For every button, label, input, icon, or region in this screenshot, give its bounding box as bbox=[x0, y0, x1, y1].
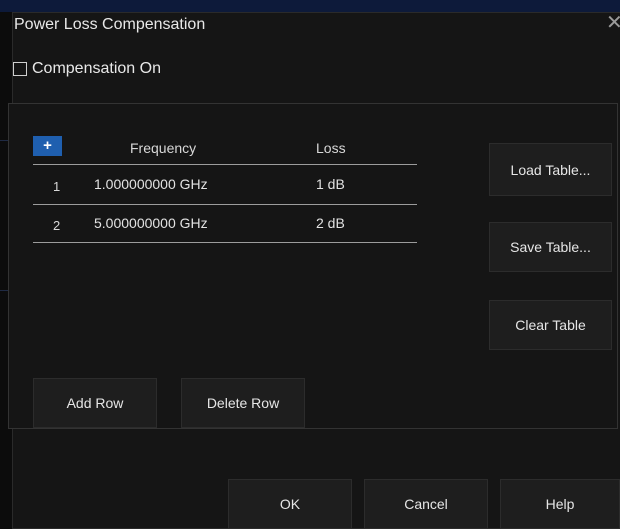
cancel-button[interactable]: Cancel bbox=[364, 479, 488, 529]
row-index: 1 bbox=[53, 179, 61, 194]
add-row-button[interactable]: Add Row bbox=[33, 378, 157, 428]
table-row-divider bbox=[33, 204, 417, 205]
close-icon[interactable]: ✕ bbox=[606, 12, 620, 34]
help-button[interactable]: Help bbox=[500, 479, 620, 529]
load-table-button[interactable]: Load Table... bbox=[489, 143, 612, 196]
table-row-divider bbox=[33, 242, 417, 243]
dialog-title: Power Loss Compensation bbox=[14, 16, 206, 33]
table-header-divider bbox=[33, 164, 417, 165]
compensation-label: Compensation On bbox=[32, 60, 161, 77]
clear-table-button[interactable]: Clear Table bbox=[489, 300, 612, 350]
save-table-button[interactable]: Save Table... bbox=[489, 222, 612, 272]
delete-row-button[interactable]: Delete Row bbox=[181, 378, 305, 428]
row-loss: 2 dB bbox=[316, 215, 345, 231]
column-header-frequency: Frequency bbox=[130, 140, 197, 156]
compensation-toggle[interactable]: Compensation On bbox=[13, 60, 161, 78]
compensation-checkbox[interactable] bbox=[13, 62, 27, 76]
add-entry-plus-icon[interactable]: + bbox=[33, 136, 62, 156]
row-frequency: 1.000000000 GHz bbox=[94, 176, 208, 192]
row-loss: 1 dB bbox=[316, 176, 345, 192]
row-frequency: 5.000000000 GHz bbox=[94, 215, 208, 231]
column-header-loss: Loss bbox=[316, 140, 346, 156]
ok-button[interactable]: OK bbox=[228, 479, 352, 529]
background-title-strip bbox=[0, 0, 620, 12]
row-index: 2 bbox=[53, 218, 61, 233]
